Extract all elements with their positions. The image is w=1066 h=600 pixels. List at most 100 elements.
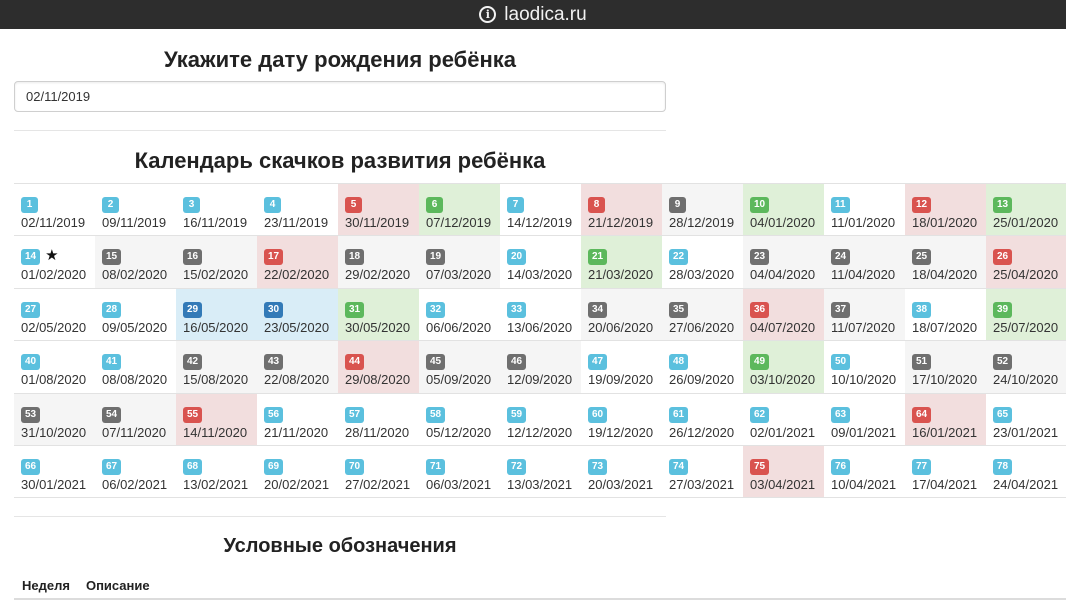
week-date: 13/02/2021 <box>183 476 249 492</box>
week-date: 02/01/2021 <box>750 424 816 440</box>
info-icon[interactable]: i <box>479 6 497 23</box>
week-cell: 9 28/12/2019 <box>662 184 743 236</box>
week-date: 18/04/2020 <box>912 267 978 283</box>
legend-heading: Условные обозначения <box>223 535 457 557</box>
week-number-badge: 54 <box>102 406 122 423</box>
week-number-badge: 48 <box>669 354 689 371</box>
week-date: 22/08/2020 <box>264 372 330 388</box>
week-date: 27/02/2021 <box>345 476 411 492</box>
week-cell: 64 16/01/2021 <box>905 393 986 445</box>
week-cell: 62 02/01/2021 <box>743 393 824 445</box>
week-cell: 54 07/11/2020 <box>95 393 176 445</box>
week-number-badge: 13 <box>993 197 1013 213</box>
week-date: 11/01/2020 <box>831 215 896 230</box>
week-number-badge: 57 <box>345 406 365 423</box>
week-number-badge: 33 <box>507 301 527 318</box>
week-date: 09/01/2021 <box>831 424 897 440</box>
week-number-badge: 64 <box>912 406 932 423</box>
week-number-badge: 21 <box>588 249 608 266</box>
week-cell: 52 24/10/2020 <box>986 341 1066 393</box>
week-cell: 34 20/06/2020 <box>581 288 662 341</box>
week-number-badge: 50 <box>831 354 851 371</box>
week-number-badge: 69 <box>264 458 284 475</box>
week-number-badge: 8 <box>588 197 605 213</box>
week-cell: 45 05/09/2020 <box>419 341 500 393</box>
week-date: 06/06/2020 <box>426 319 492 335</box>
week-date: 20/03/2021 <box>588 476 654 492</box>
week-number-badge: 10 <box>750 197 770 213</box>
week-number-badge: 43 <box>264 354 284 371</box>
week-date: 21/03/2020 <box>588 267 654 283</box>
column-header-description: Описание <box>85 578 150 593</box>
week-cell: 48 26/09/2020 <box>662 341 743 393</box>
week-cell: 29 16/05/2020 <box>176 288 257 341</box>
week-number-badge: 20 <box>507 249 527 266</box>
week-number-badge: 42 <box>183 354 203 371</box>
week-number-badge: 7 <box>507 197 524 213</box>
week-number-badge: 23 <box>750 249 770 266</box>
week-date: 14/11/2020 <box>183 424 248 440</box>
week-date: 16/01/2021 <box>912 424 978 440</box>
week-date: 28/03/2020 <box>669 267 735 283</box>
week-date: 21/11/2020 <box>264 424 329 440</box>
week-date: 12/12/2020 <box>507 424 573 440</box>
week-number-badge: 27 <box>21 301 41 318</box>
week-date: 07/12/2019 <box>426 215 492 230</box>
week-cell: 72 13/03/2021 <box>500 445 581 498</box>
calendar-row: 27 02/05/2020 28 09/05/2020 29 16/05/2020 30 23… <box>14 288 1066 342</box>
week-date: 13/06/2020 <box>507 319 573 335</box>
browser-address-bar[interactable]: i laodica.ru <box>0 0 1066 29</box>
week-date: 25/04/2020 <box>993 267 1059 283</box>
week-date: 25/07/2020 <box>993 319 1059 335</box>
week-number-badge: 61 <box>669 406 689 423</box>
column-header-week: Неделя <box>22 578 70 593</box>
week-number-badge: 63 <box>831 406 851 423</box>
week-cell: 16 15/02/2020 <box>176 236 257 288</box>
week-number-badge: 78 <box>993 458 1013 475</box>
week-cell: 14 ★ 01/02/2020 <box>14 236 95 288</box>
week-cell: 21 21/03/2020 <box>581 236 662 288</box>
week-number-badge: 2 <box>102 197 119 213</box>
week-date: 23/11/2019 <box>264 215 329 230</box>
week-number-badge: 41 <box>102 354 122 371</box>
week-date: 09/11/2019 <box>102 215 167 230</box>
week-number-badge: 51 <box>912 354 932 371</box>
week-cell: 46 12/09/2020 <box>500 341 581 393</box>
legend-table-header: Неделя Описание <box>14 578 158 593</box>
week-cell: 33 13/06/2020 <box>500 288 581 341</box>
week-number-badge: 11 <box>831 197 850 213</box>
week-date: 26/12/2020 <box>669 424 735 440</box>
week-date: 11/07/2020 <box>831 319 896 335</box>
week-cell: 56 21/11/2020 <box>257 393 338 445</box>
week-date: 16/05/2020 <box>183 319 249 335</box>
week-date: 09/05/2020 <box>102 319 168 335</box>
week-cell: 61 26/12/2020 <box>662 393 743 445</box>
week-date: 04/01/2020 <box>750 215 816 230</box>
week-cell: 38 18/07/2020 <box>905 288 986 341</box>
birth-date-input[interactable] <box>14 81 666 112</box>
week-number-badge: 55 <box>183 406 203 423</box>
week-number-badge: 29 <box>183 301 203 318</box>
week-date: 21/12/2019 <box>588 215 654 230</box>
week-date: 07/03/2020 <box>426 267 492 283</box>
week-cell: 23 04/04/2020 <box>743 236 824 288</box>
week-number-badge: 71 <box>426 458 446 475</box>
week-cell: 26 25/04/2020 <box>986 236 1066 288</box>
week-number-badge: 59 <box>507 406 527 423</box>
week-number-badge: 37 <box>831 301 851 318</box>
week-number-badge: 31 <box>345 301 365 318</box>
week-cell: 74 27/03/2021 <box>662 445 743 498</box>
week-cell: 20 14/03/2020 <box>500 236 581 288</box>
week-number-badge: 74 <box>669 458 689 475</box>
week-date: 24/04/2021 <box>993 476 1059 492</box>
week-number-badge: 47 <box>588 354 608 371</box>
week-date: 20/02/2021 <box>264 476 330 492</box>
week-number-badge: 14 <box>21 249 41 266</box>
week-cell: 40 01/08/2020 <box>14 341 95 393</box>
week-number-badge: 45 <box>426 354 446 371</box>
week-cell: 35 27/06/2020 <box>662 288 743 341</box>
week-number-badge: 35 <box>669 301 689 318</box>
week-cell: 1 02/11/2019 <box>14 184 95 236</box>
week-date: 23/01/2021 <box>993 424 1059 440</box>
week-number-badge: 36 <box>750 301 770 318</box>
